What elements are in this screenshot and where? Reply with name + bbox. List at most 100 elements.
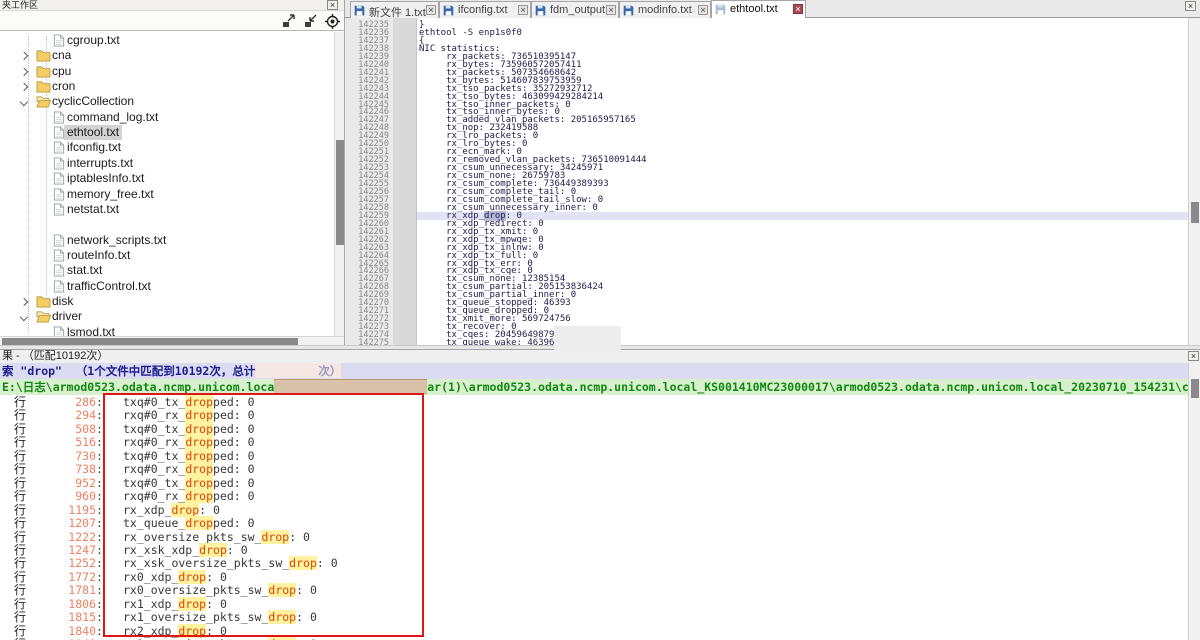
- tree-item-iptablesInfo-txt[interactable]: iptablesInfo.txt: [0, 171, 334, 186]
- fold-margin: [393, 18, 417, 345]
- saved-file-icon: [443, 5, 454, 19]
- tree-item-label: cron: [49, 79, 78, 94]
- tree-item-disk[interactable]: disk: [0, 294, 334, 309]
- tree-item-cna[interactable]: cna: [0, 48, 334, 63]
- editor-text-area[interactable]: }ethtool -S enp1s0f0{NIC statistics: rx_…: [417, 18, 1188, 345]
- result-colon: :: [96, 584, 103, 597]
- tree-item-command_log-txt[interactable]: command_log.txt: [0, 110, 334, 125]
- tree-item-label: ethtool.txt: [64, 125, 122, 140]
- result-line-number: 1840: [38, 625, 96, 638]
- tree-item-interrupts-txt[interactable]: interrupts.txt: [0, 156, 334, 171]
- chevron-right-icon[interactable]: [20, 83, 28, 91]
- row-prefix: 行: [14, 571, 26, 584]
- chevron-down-icon[interactable]: [20, 98, 28, 106]
- tree-item-label: netstat.txt: [64, 202, 122, 217]
- tree-vertical-scrollbar-thumb[interactable]: [336, 140, 344, 245]
- file-tree[interactable]: cgroup.txtcnacpucroncyclicCollectioncomm…: [0, 32, 334, 336]
- result-colon: :: [96, 557, 103, 570]
- tree-item-ethtool-txt[interactable]: ethtool.txt: [0, 125, 334, 140]
- tree-item-netstat-txt[interactable]: netstat.txt: [0, 202, 334, 217]
- result-colon: :: [96, 450, 103, 463]
- tree-item-cpu[interactable]: cpu: [0, 64, 334, 79]
- row-prefix: 行: [14, 625, 26, 638]
- result-colon: :: [96, 517, 103, 530]
- tree-item-label: interrupts.txt: [64, 156, 136, 171]
- tab-label: ifconfig.txt: [458, 4, 508, 16]
- results-title: 果 - （匹配10192次）: [0, 349, 1200, 363]
- row-prefix: 行: [14, 409, 26, 422]
- tree-item-cron[interactable]: cron: [0, 79, 334, 94]
- tree-item-stat-txt[interactable]: stat.txt: [0, 263, 334, 278]
- chevron-right-icon[interactable]: [20, 298, 28, 306]
- tree-item-ifconfig-txt[interactable]: ifconfig.txt: [0, 140, 334, 155]
- editor-vertical-scrollbar[interactable]: [1188, 18, 1200, 345]
- editor-vertical-scrollbar-thumb[interactable]: [1191, 202, 1199, 223]
- chevron-right-icon[interactable]: [20, 52, 28, 60]
- tree-item-label: cpu: [49, 64, 74, 79]
- result-colon: :: [96, 436, 103, 449]
- workspace-close-icon[interactable]: ×: [327, 0, 338, 10]
- row-prefix: 行: [14, 611, 26, 624]
- results-vertical-scrollbar-thumb[interactable]: [1191, 379, 1199, 398]
- tree-item-network_scripts-txt[interactable]: network_scripts.txt: [0, 233, 334, 248]
- collapse-all-icon[interactable]: [303, 14, 319, 28]
- tree-item-label: cgroup.txt: [64, 33, 123, 48]
- tree-item-label: iptablesInfo.txt: [64, 171, 147, 186]
- result-line-number: 1781: [38, 584, 96, 597]
- saved-file-icon: [535, 5, 546, 19]
- search-summary-line[interactable]: 索 "drop" （1个文件中匹配到10192次，总计次）: [0, 363, 1188, 379]
- locate-file-icon[interactable]: [325, 14, 340, 29]
- expand-to-file-icon[interactable]: [281, 14, 297, 28]
- row-prefix: 行: [14, 477, 26, 490]
- summary-text: 索 "drop" （1个文件中匹配到10192次，总计: [2, 364, 255, 378]
- row-prefix: 行: [14, 557, 26, 570]
- tree-horizontal-scrollbar[interactable]: [0, 336, 344, 345]
- tree-item-label: disk: [49, 294, 76, 309]
- result-line-number: 1195: [38, 504, 96, 517]
- tree-vertical-scrollbar[interactable]: [334, 32, 344, 336]
- editor-line: tx_xmit_more: 569724756: [417, 315, 1188, 323]
- result-colon: :: [96, 423, 103, 436]
- tab-ethtool-txt[interactable]: ethtool.txt×: [711, 0, 806, 18]
- tree-horizontal-scrollbar-thumb[interactable]: [2, 338, 298, 345]
- tree-item-cgroup-txt[interactable]: cgroup.txt: [0, 33, 334, 48]
- redaction-blob: [274, 379, 427, 394]
- row-prefix: 行: [14, 504, 26, 517]
- result-line-number: 294: [38, 409, 96, 422]
- tab-modinfo-txt[interactable]: modinfo.txt×: [619, 1, 711, 18]
- workspace-title: 夹工作区: [0, 0, 344, 11]
- tab-close-icon[interactable]: ×: [518, 5, 528, 15]
- chevron-down-icon[interactable]: [20, 313, 28, 321]
- tree-item-memory_free-txt[interactable]: memory_free.txt: [0, 187, 334, 202]
- saved-file-icon: [623, 5, 634, 19]
- tree-item-trafficControl-txt[interactable]: trafficControl.txt: [0, 279, 334, 294]
- tabbar-close-icon[interactable]: ×: [1185, 1, 1196, 11]
- results-close-icon[interactable]: ×: [1188, 351, 1199, 361]
- tab--1-txt[interactable]: 新文件 1.txt×: [350, 1, 439, 18]
- tab-close-icon[interactable]: ×: [606, 5, 616, 15]
- row-prefix: 行: [14, 584, 26, 597]
- result-line-number: 738: [38, 463, 96, 476]
- tree-item-cyclicCollection[interactable]: cyclicCollection: [0, 94, 334, 109]
- result-colon: :: [96, 531, 103, 544]
- tab-close-icon[interactable]: ×: [793, 4, 803, 14]
- result-line-number: 1252: [38, 557, 96, 570]
- tab-fdm_output[interactable]: fdm_output×: [531, 1, 619, 18]
- tree-item-routeInfo-txt[interactable]: routeInfo.txt: [0, 248, 334, 263]
- result-line-number: 1772: [38, 571, 96, 584]
- tab-close-icon[interactable]: ×: [698, 5, 708, 15]
- row-prefix: 行: [14, 463, 26, 476]
- app-window: 夹工作区 × cgroup.txtcnacpucroncyclicCollect…: [0, 0, 1200, 640]
- tree-item-label: command_log.txt: [64, 110, 161, 125]
- tab-close-icon[interactable]: ×: [426, 5, 436, 15]
- result-line-number: 730: [38, 450, 96, 463]
- tab-ifconfig-txt[interactable]: ifconfig.txt ×: [439, 1, 531, 18]
- tree-item-label: cna: [49, 48, 74, 63]
- results-vertical-scrollbar[interactable]: [1188, 363, 1200, 640]
- tree-item-driver[interactable]: driver: [0, 309, 334, 324]
- chevron-right-icon[interactable]: [20, 67, 28, 75]
- result-colon: :: [96, 544, 103, 557]
- result-colon: :: [96, 598, 103, 611]
- tree-item-lsmod-txt[interactable]: lsmod.txt: [0, 325, 334, 336]
- redaction-blob: 次）: [255, 363, 341, 378]
